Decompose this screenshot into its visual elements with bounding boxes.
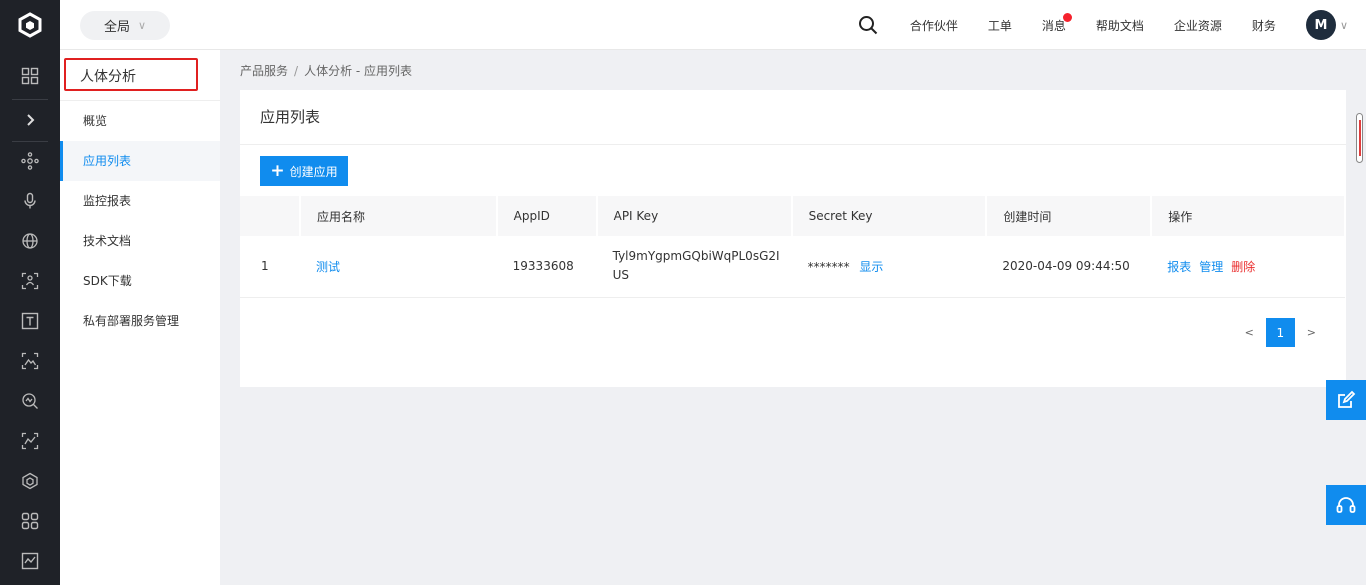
- nav-tickets[interactable]: 工单: [988, 17, 1012, 34]
- prev-page-button[interactable]: <: [1245, 326, 1254, 339]
- plus-icon: +: [270, 160, 285, 181]
- col-app-id: AppID: [496, 196, 598, 236]
- create-app-label: 创建应用: [289, 164, 338, 179]
- report-link[interactable]: 报表: [1167, 260, 1191, 274]
- sidebar-item-tech-docs[interactable]: 技术文档: [60, 221, 220, 261]
- col-index: [240, 196, 301, 236]
- scope-label: 全局: [103, 20, 130, 35]
- breadcrumb-separator: /: [294, 64, 299, 78]
- rail-image-scan-icon[interactable]: [0, 341, 60, 381]
- feedback-button[interactable]: [1326, 380, 1366, 420]
- product-sidebar: 人体分析 概览 应用列表 监控报表 技术文档 SDK下载 私有部署服务管理: [60, 50, 220, 585]
- created-time-value: 2020-04-09 09:44:50: [986, 236, 1152, 298]
- notification-dot: [1062, 12, 1072, 22]
- rail-globe-icon[interactable]: [0, 221, 60, 261]
- rail-chart-scan-icon[interactable]: [0, 421, 60, 461]
- col-created-time: 创建时间: [986, 196, 1153, 236]
- sidebar-item-private-deploy[interactable]: 私有部署服务管理: [60, 301, 220, 341]
- nav-partners[interactable]: 合作伙伴: [910, 17, 958, 34]
- app-id-value: 19333608: [496, 236, 597, 298]
- rail-expand-icon[interactable]: [0, 100, 60, 140]
- show-secret-button[interactable]: 显示: [859, 260, 883, 274]
- delete-link[interactable]: 删除: [1231, 260, 1255, 274]
- col-actions: 操作: [1151, 196, 1346, 236]
- sidebar-item-monitoring[interactable]: 监控报表: [60, 181, 220, 221]
- row-index: 1: [240, 236, 300, 298]
- nav-help-docs[interactable]: 帮助文档: [1096, 17, 1144, 34]
- rail-text-icon[interactable]: [0, 301, 60, 341]
- sidebar-item-overview[interactable]: 概览: [60, 101, 220, 141]
- col-api-key: API Key: [596, 196, 793, 236]
- rail-network-icon[interactable]: [0, 141, 60, 181]
- col-app-name: 应用名称: [299, 196, 498, 236]
- avatar-chevron-down-icon[interactable]: ∨: [1340, 19, 1348, 32]
- app-list-card: 应用列表 + 创建应用 应用名称 AppID API Key Secret Ke…: [240, 90, 1346, 387]
- top-bar: 全局 ∨ 合作伙伴 工单 消息 帮助文档 企业资源 财务 M ∨: [60, 0, 1366, 50]
- nav-enterprise[interactable]: 企业资源: [1174, 17, 1222, 34]
- avatar[interactable]: M: [1305, 10, 1336, 40]
- pagination: < 1 >: [1245, 318, 1316, 347]
- table-header-row: 应用名称 AppID API Key Secret Key 创建时间 操作: [240, 196, 1346, 236]
- scope-selector[interactable]: 全局 ∨: [80, 11, 170, 40]
- api-key-line1: Tyl9mYgpmGQbiWqPL0sG2I: [612, 249, 780, 264]
- app-table: 应用名称 AppID API Key Secret Key 创建时间 操作 1 …: [240, 196, 1346, 298]
- sidebar-item-app-list[interactable]: 应用列表: [60, 141, 220, 181]
- nav-finance[interactable]: 财务: [1252, 17, 1276, 34]
- breadcrumb-root[interactable]: 产品服务: [240, 64, 288, 78]
- manage-link[interactable]: 管理: [1199, 260, 1223, 274]
- page-scrollbar[interactable]: [1356, 113, 1363, 163]
- col-secret-key: Secret Key: [791, 196, 988, 236]
- app-name-link[interactable]: 测试: [316, 260, 340, 274]
- rail-analysis-icon[interactable]: [0, 381, 60, 421]
- rail-dashboard-icon[interactable]: [0, 56, 60, 96]
- next-page-button[interactable]: >: [1307, 326, 1316, 339]
- breadcrumb: 产品服务 / 人体分析 - 应用列表: [240, 62, 412, 79]
- support-button[interactable]: [1326, 485, 1366, 525]
- page-1-button[interactable]: 1: [1265, 318, 1295, 347]
- breadcrumb-current: 人体分析 - 应用列表: [304, 64, 413, 78]
- sidebar-header: 人体分析: [60, 50, 220, 101]
- rail-microphone-icon[interactable]: [0, 181, 60, 221]
- rail-cube-icon[interactable]: [0, 461, 60, 501]
- top-nav: 合作伙伴 工单 消息 帮助文档 企业资源 财务 M ∨: [858, 0, 1366, 50]
- headset-icon: [1336, 497, 1356, 513]
- hexagon-logo-icon: [18, 12, 42, 38]
- rail-apps-icon[interactable]: [0, 501, 60, 541]
- nav-messages-label: 消息: [1041, 18, 1066, 33]
- brand-logo[interactable]: [0, 0, 60, 50]
- chevron-down-icon: ∨: [137, 19, 147, 32]
- row-actions: 报表 管理 删除: [1151, 236, 1345, 298]
- icon-rail: [0, 0, 60, 585]
- page-title: 应用列表: [240, 90, 1346, 145]
- api-key-line2: US: [612, 268, 630, 283]
- rail-body-scan-icon[interactable]: [0, 261, 60, 301]
- search-icon[interactable]: [858, 15, 878, 35]
- rail-monitor-icon[interactable]: [0, 541, 60, 581]
- table-row: 1 测试 19333608 Tyl9mYgpmGQbiWqPL0sG2I US …: [240, 236, 1345, 298]
- nav-messages[interactable]: 消息: [1041, 12, 1072, 34]
- secret-key-cell: ******* 显示: [791, 236, 987, 298]
- sidebar-title: 人体分析: [64, 58, 198, 91]
- edit-icon: [1338, 390, 1356, 408]
- secret-key-mask: *******: [807, 259, 850, 274]
- api-key-value: Tyl9mYgpmGQbiWqPL0sG2I US: [596, 236, 792, 298]
- create-app-button[interactable]: + 创建应用: [260, 156, 348, 186]
- sidebar-item-sdk-download[interactable]: SDK下载: [60, 261, 220, 301]
